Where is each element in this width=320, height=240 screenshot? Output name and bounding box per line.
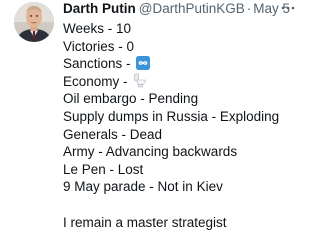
tweet-line: 9 May parade - Not in Kiev (63, 179, 223, 195)
avatar[interactable] (14, 2, 54, 42)
tweet-line: Army - Advancing backwards (63, 144, 238, 160)
tweet-header: Darth Putin @DarthPutinKGB · May 5 (63, 0, 300, 18)
user-handle[interactable]: @DarthPutinKGB (139, 1, 245, 16)
portrait-avatar-icon (14, 2, 54, 42)
tweet-line: Economy - (63, 73, 300, 91)
tweet-line: Weeks - 10 (63, 21, 132, 36)
separator-dot: · (246, 1, 252, 16)
tweet-body: Darth Putin @DarthPutinKGB · May 5 Weeks - … (63, 0, 300, 231)
tweet-line: Oil embargo - Pending (63, 91, 199, 107)
display-name[interactable]: Darth Putin (63, 1, 136, 16)
tweet-line: Sanctions - (63, 55, 300, 73)
tweet-line: Victories - 0 (63, 38, 135, 54)
tweet-line: Supply dumps in Russia - Exploding (63, 108, 280, 124)
tweet-text: Weeks - 10 Victories - 0 Sanctions - Eco… (63, 20, 300, 231)
ellipsis-icon[interactable] (280, 0, 296, 19)
tweet: Darth Putin @DarthPutinKGB · May 5 Weeks - … (0, 0, 300, 240)
tweet-line: Le Pen - Lost (63, 161, 144, 177)
closing-line: I remain a master strategist (63, 214, 227, 230)
tweet-line: Generals - Dead (63, 126, 163, 142)
